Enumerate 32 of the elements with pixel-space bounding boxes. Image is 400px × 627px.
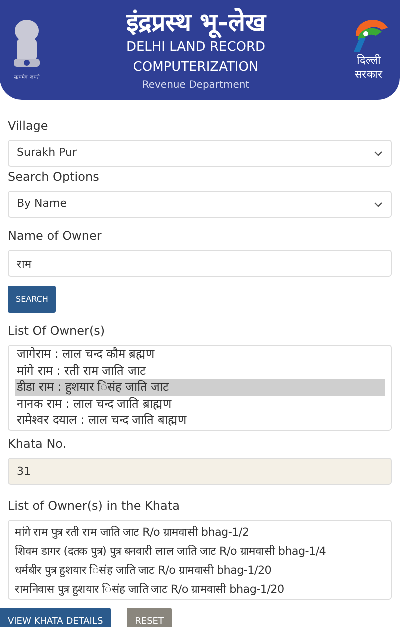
name-input[interactable]: राम (8, 250, 392, 277)
field-label: Search Options (8, 169, 100, 185)
logo-text: सरकार (354, 68, 383, 82)
field-label: Khata No. (8, 436, 68, 452)
owner-line: रामनिवास पुत्र हुशयार िसंह जाति जाट R/o ग्रामवासी bhag-1/20 (15, 582, 286, 598)
field-label: Village (8, 118, 50, 134)
owner-line: धर्मबीर पुत्र हुशयार िसंह जाति जाट R/o ग्रामवासी bhag-1/20 (15, 563, 273, 580)
khata-number-field[interactable]: 31 (8, 458, 392, 485)
chevron-icon (374, 150, 383, 156)
reset-button[interactable]: RESET (127, 608, 172, 627)
chevron-icon (374, 202, 383, 208)
list-option[interactable]: नानक राम : लाल चन्द जाति ब्राह्मण (15, 396, 385, 412)
list-option[interactable]: जागेराम : लाल चन्द कौम ब्रह्मण (15, 346, 385, 362)
select-field[interactable]: Surakh Pur (8, 140, 392, 167)
search-button[interactable]: SEARCH (8, 286, 56, 313)
site-subtitle: COMPUTERIZATION (133, 58, 259, 76)
department-name: Revenue Department (142, 78, 250, 92)
owner-listbox[interactable]: जागेराम : लाल चन्द कौम ब्रह्मण मांगे राम : रती राम जाति जाट डीडा राम : हुशयार िसंह जाति जाट नानक राम : लाल चन्द जाति ब्राह्मण रामेश्वर दयाल : लाल चन्द जाति बाह्मण (8, 345, 392, 431)
owners-textarea[interactable] (8, 520, 392, 600)
site-title: इंद्रप्रस्थ भू-लेख (126, 8, 266, 38)
logo-text: दिल्ली (356, 54, 381, 68)
list-option[interactable]: मांगे राम : रती राम जाति जाट (15, 362, 385, 379)
field-label: List of Owner(s) in the Khata (8, 498, 181, 514)
list-option[interactable]: डीडा राम : हुशयार िसंह जाति जाट (15, 379, 385, 396)
field-label: List Of Owner(s) (8, 323, 106, 339)
owner-line: मांगे राम पुत्र रती राम जाति जाट R/o ग्रामवासी bhag-1/2 (15, 525, 250, 541)
list-option[interactable]: रामेश्वर दयाल : लाल चन्द जाति बाह्मण (15, 412, 385, 428)
site-subtitle: DELHI LAND RECORD (126, 38, 266, 56)
owner-line: शिवम डागर (दतक पुत्र) पुत्र बनवारी लाल जाति जाट R/o ग्रामवासी bhag-1/4 (15, 544, 328, 560)
select-field[interactable]: By Name (8, 191, 392, 218)
view-details-button[interactable]: VIEW KHATA DETAILS (0, 608, 112, 627)
field-label: Name of Owner (8, 228, 103, 244)
